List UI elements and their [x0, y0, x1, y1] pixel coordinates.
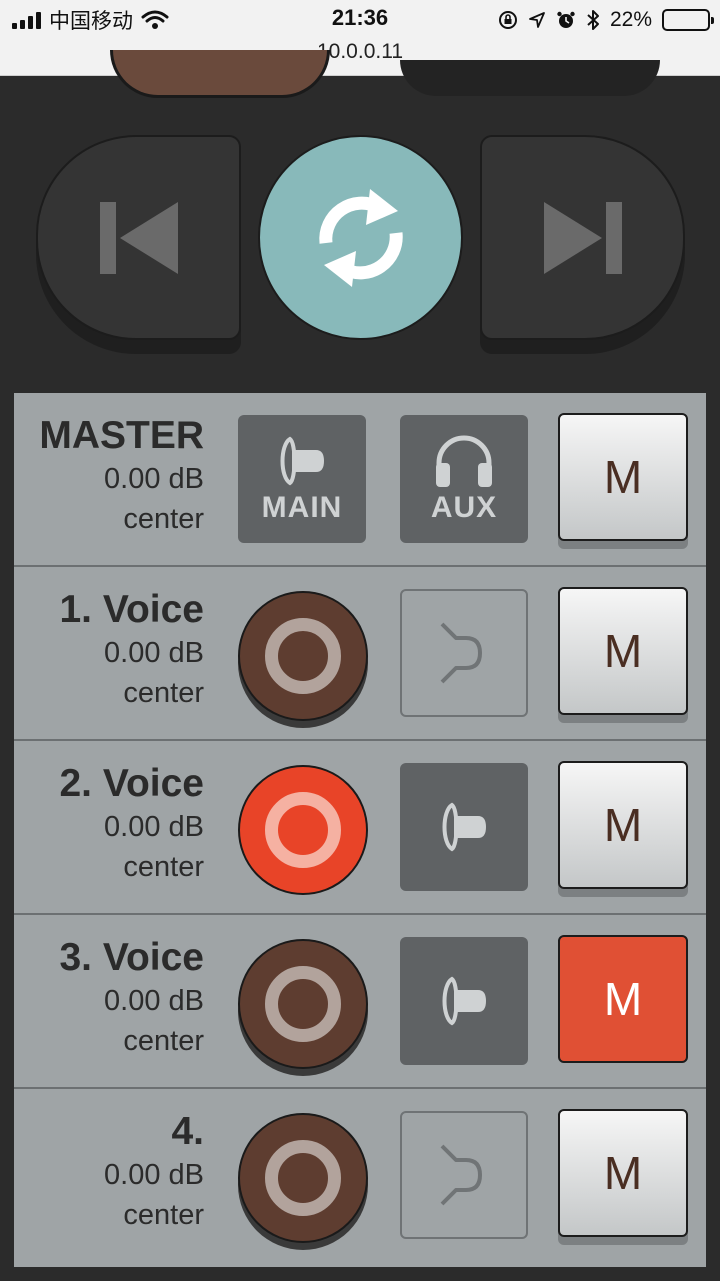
record-button[interactable]	[238, 591, 368, 721]
channel-pan: center	[123, 503, 204, 535]
mute-button[interactable]: M	[558, 1109, 688, 1237]
record-button[interactable]	[238, 765, 368, 895]
routing-button[interactable]	[400, 589, 528, 717]
channel-pan: center	[123, 1025, 204, 1057]
skip-previous-icon	[99, 201, 178, 274]
battery-icon	[662, 9, 714, 31]
record-button[interactable]	[238, 1113, 368, 1243]
channel-row: 4. 0.00 dB center M	[14, 1087, 706, 1267]
channel-pan: center	[123, 851, 204, 883]
routing-button[interactable]	[400, 763, 528, 891]
speaker-icon	[442, 976, 486, 1026]
channel-name: MASTER	[39, 414, 204, 457]
channel-label: 4. 0.00 dB center	[14, 1109, 204, 1235]
battery-percent: 22%	[609, 8, 652, 31]
main-label: MAIN	[261, 491, 343, 524]
alarm-icon	[557, 11, 575, 28]
channel-level: 0.00 dB	[104, 811, 204, 843]
record-icon	[265, 966, 341, 1042]
bluetooth-icon	[587, 10, 599, 30]
mute-button[interactable]: M	[558, 935, 688, 1063]
rotation-lock-icon	[498, 11, 517, 29]
mixer-panel: MASTER 0.00 dB center MAIN AUX M 1. Voic…	[14, 393, 706, 1267]
sync-icon	[318, 188, 403, 287]
main-output-button[interactable]: MAIN	[238, 415, 366, 543]
speaker-icon	[280, 436, 324, 486]
channel-level: 0.00 dB	[104, 1159, 204, 1191]
previous-button[interactable]	[36, 135, 241, 340]
channel-label: 3. Voice 0.00 dB center	[14, 935, 204, 1061]
channel-name: 2. Voice	[59, 762, 204, 805]
channel-pan: center	[123, 1199, 204, 1231]
knob-track	[400, 60, 660, 96]
record-button[interactable]	[238, 939, 368, 1069]
routing-button[interactable]	[400, 1111, 528, 1239]
channel-row: 1. Voice 0.00 dB center M	[14, 565, 706, 737]
channel-name: 1. Voice	[59, 588, 204, 631]
mute-button[interactable]: M	[558, 413, 688, 541]
status-right: 22%	[498, 6, 714, 34]
next-button[interactable]	[480, 135, 685, 340]
channel-pan: center	[123, 677, 204, 709]
aux-label: AUX	[430, 491, 498, 524]
skip-next-icon	[543, 201, 622, 274]
routing-button[interactable]	[400, 937, 528, 1065]
mute-button[interactable]: M	[558, 761, 688, 889]
channel-name: 3. Voice	[59, 936, 204, 979]
split-icon	[440, 622, 482, 684]
record-icon	[265, 792, 341, 868]
channel-name: 4.	[171, 1110, 204, 1153]
channel-label: 1. Voice 0.00 dB center	[14, 587, 204, 713]
aux-output-button[interactable]: AUX	[400, 415, 528, 543]
channel-label: 2. Voice 0.00 dB center	[14, 761, 204, 887]
channel-level: 0.00 dB	[104, 463, 204, 495]
split-icon	[440, 1144, 482, 1206]
channel-level: 0.00 dB	[104, 985, 204, 1017]
record-icon	[265, 1140, 341, 1216]
speaker-icon	[442, 802, 486, 852]
record-icon	[265, 618, 341, 694]
channel-level: 0.00 dB	[104, 637, 204, 669]
headphones-icon	[436, 435, 492, 487]
volume-knob[interactable]	[110, 50, 330, 98]
channel-row: 2. Voice 0.00 dB center M	[14, 739, 706, 911]
master-row: MASTER 0.00 dB center MAIN AUX M	[14, 393, 706, 565]
channel-row: 3. Voice 0.00 dB center M	[14, 913, 706, 1085]
channel-label: MASTER 0.00 dB center	[14, 413, 204, 539]
location-icon	[529, 12, 545, 28]
mute-button[interactable]: M	[558, 587, 688, 715]
sync-button[interactable]	[258, 135, 463, 340]
